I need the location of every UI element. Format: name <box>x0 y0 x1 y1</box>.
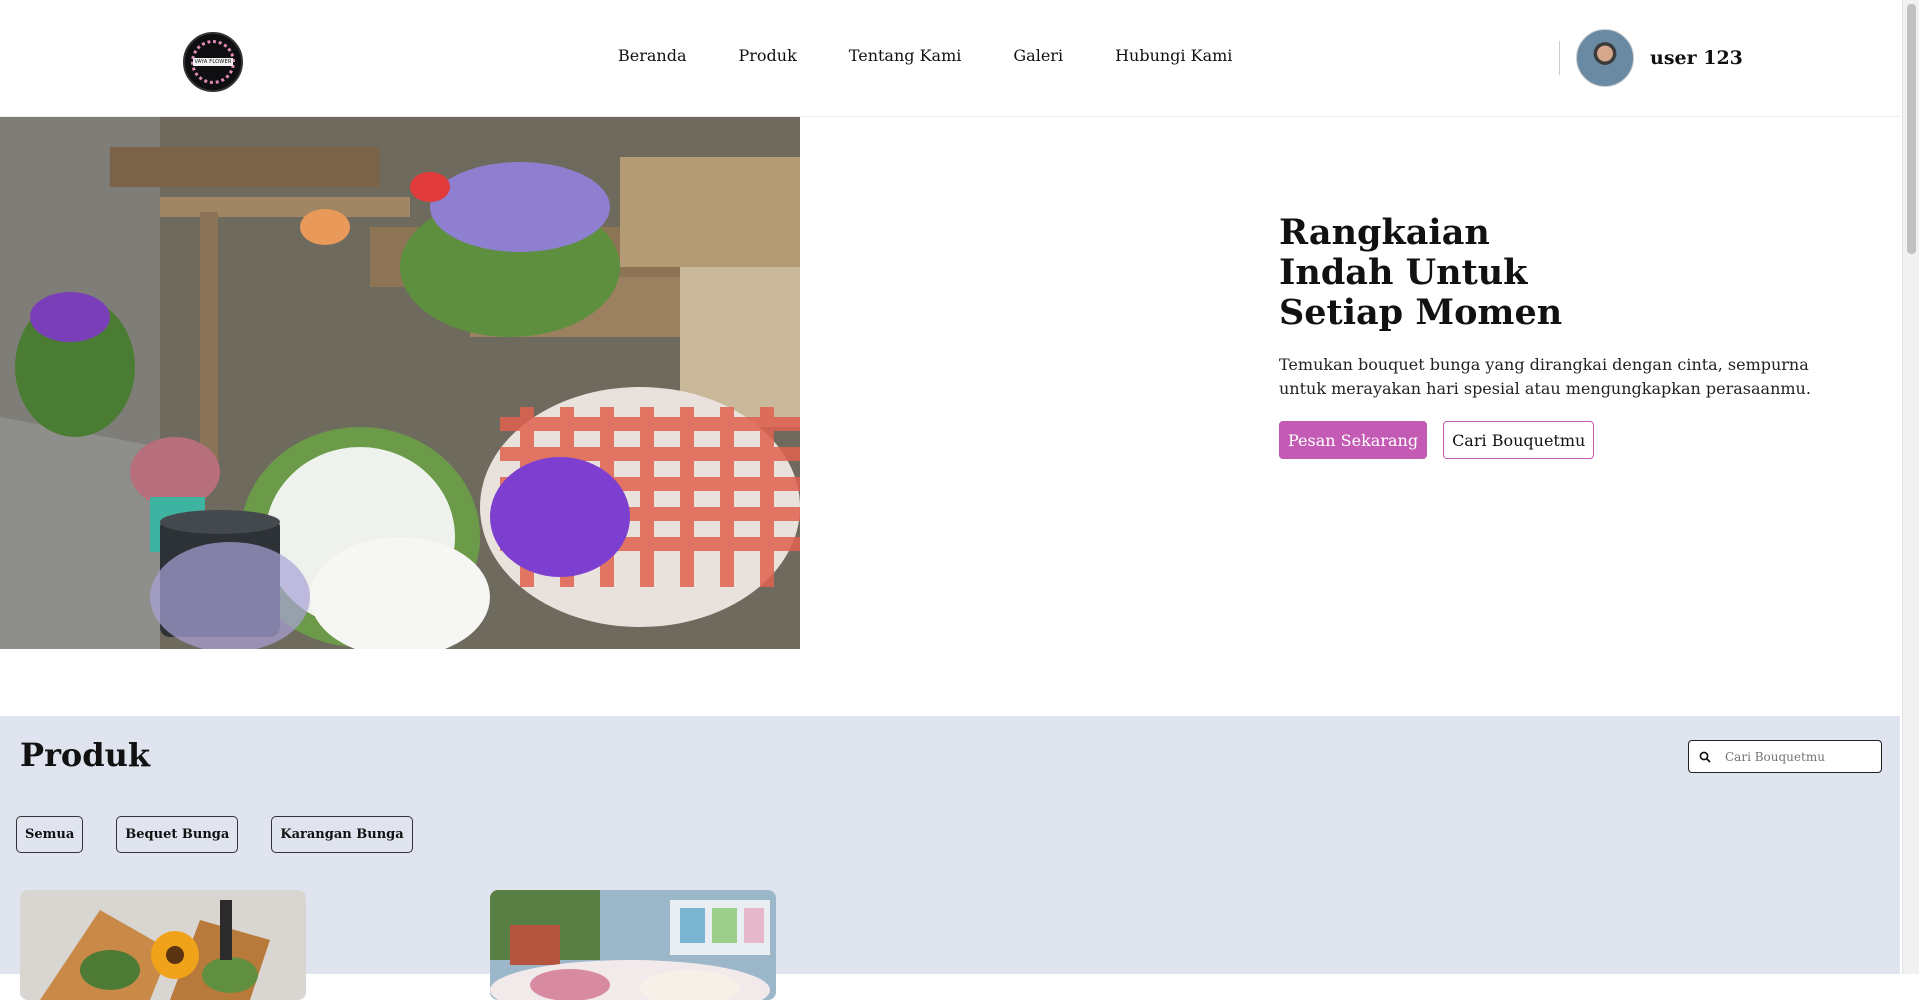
hero-actions: Pesan Sekarang Cari Bouquetmu <box>1279 421 1839 459</box>
nav-beranda[interactable]: Beranda <box>618 46 687 65</box>
site-header: VAYA FLOWER Beranda Produk Tentang Kami … <box>0 0 1900 117</box>
main-nav: Beranda Produk Tentang Kami Galeri Hubun… <box>618 46 1232 65</box>
filter-karangan-bunga[interactable]: Karangan Bunga <box>271 816 413 853</box>
product-card[interactable] <box>20 890 306 1000</box>
logo-text: VAYA FLOWER <box>193 58 233 66</box>
search-icon <box>1699 751 1723 763</box>
search-input[interactable] <box>1723 748 1867 765</box>
page-scrollbar[interactable] <box>1902 0 1919 974</box>
nav-hubungi-kami[interactable]: Hubungi Kami <box>1115 46 1232 65</box>
nav-galeri[interactable]: Galeri <box>1013 46 1063 65</box>
filter-semua[interactable]: Semua <box>16 816 84 853</box>
sunflower-bouquet-image <box>20 890 306 1000</box>
flower-board-image <box>490 890 776 1000</box>
hero-description: Temukan bouquet bunga yang dirangkai den… <box>1279 355 1811 398</box>
user-name[interactable]: user 123 <box>1650 47 1743 69</box>
filter-bequet-bunga[interactable]: Bequet Bunga <box>116 816 239 853</box>
avatar[interactable] <box>1576 29 1634 87</box>
find-bouquet-button[interactable]: Cari Bouquetmu <box>1443 421 1595 459</box>
scrollbar-thumb[interactable] <box>1907 4 1916 254</box>
product-card[interactable] <box>490 890 776 1000</box>
nav-produk[interactable]: Produk <box>739 46 797 65</box>
category-filters: Semua Bequet Bunga Karangan Bunga <box>16 816 413 853</box>
hero-image <box>0 117 800 649</box>
product-search[interactable] <box>1688 740 1882 773</box>
user-menu[interactable]: user 123 <box>1559 29 1743 87</box>
order-now-button[interactable]: Pesan Sekarang <box>1279 421 1428 459</box>
products-section: Produk Semua Bequet Bunga Karangan Bunga <box>0 716 1900 1000</box>
nav-tentang-kami[interactable]: Tentang Kami <box>849 46 962 65</box>
products-title: Produk <box>20 736 151 774</box>
hero-title: Rangkaian Indah Untuk Setiap Momen <box>1279 212 1563 333</box>
header-divider <box>1559 41 1560 75</box>
hero-content: Rangkaian Indah Untuk Setiap Momen Temuk… <box>1279 213 1839 459</box>
brand-logo[interactable]: VAYA FLOWER <box>183 32 243 92</box>
flower-stall-illustration <box>0 117 800 649</box>
